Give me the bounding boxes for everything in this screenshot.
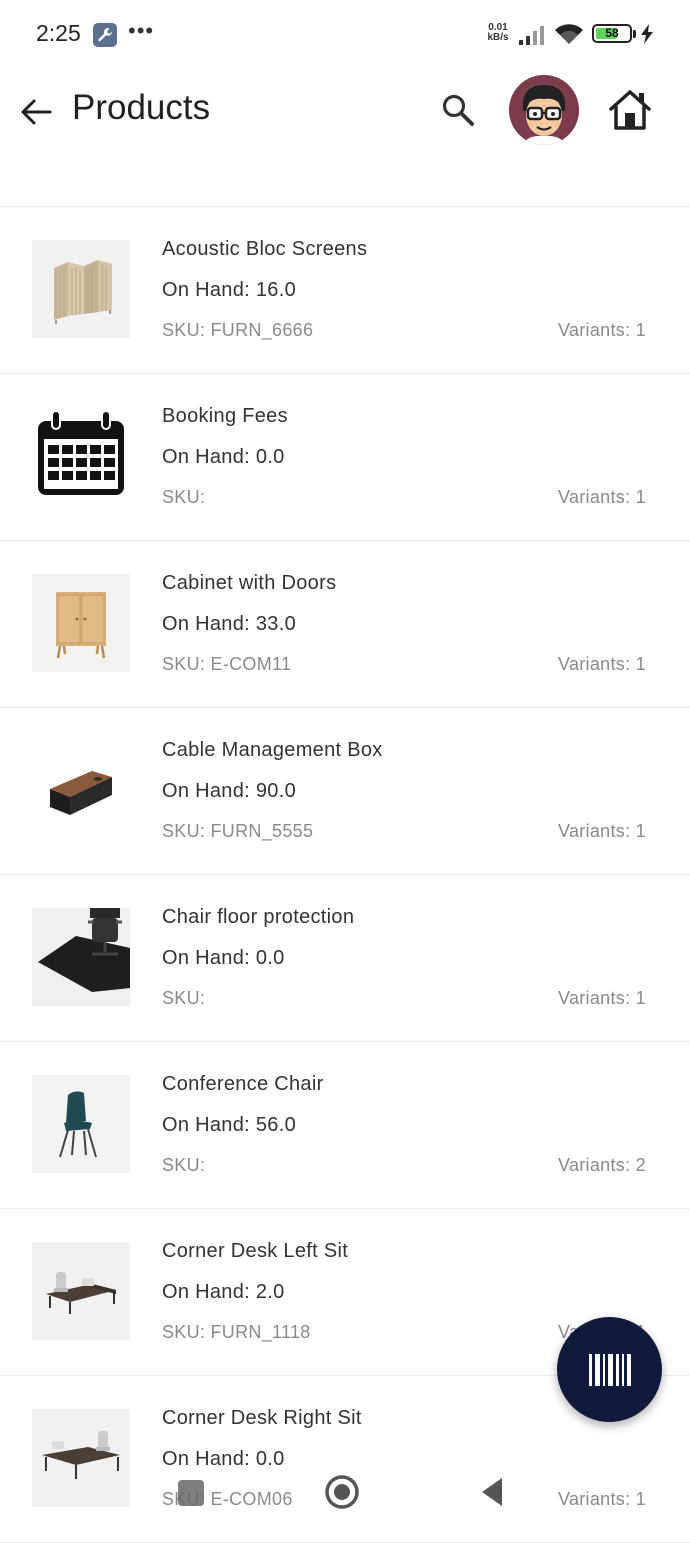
- more-dots-icon: •••: [128, 18, 155, 43]
- product-sku: SKU: FURN_5555: [162, 821, 314, 841]
- scan-barcode-button[interactable]: [557, 1317, 662, 1422]
- product-thumbnail: [32, 407, 130, 505]
- product-on-hand: On Hand: 16.0: [162, 279, 296, 301]
- page-title: Products: [72, 88, 211, 127]
- product-variants: Variants: 1: [557, 654, 646, 674]
- product-name: Cabinet with Doors: [162, 572, 337, 594]
- nav-back-button[interactable]: [478, 1476, 506, 1508]
- product-variants: Variants: 1: [557, 988, 646, 1008]
- cable-box-image: [50, 771, 112, 815]
- avatar[interactable]: [509, 75, 579, 145]
- product-sku: SKU:: [162, 1155, 206, 1175]
- product-item[interactable]: Chair floor protection On Hand: 0.0 SKU:…: [0, 875, 690, 1042]
- product-thumbnail: [32, 574, 130, 672]
- product-thumbnail: [32, 908, 130, 1006]
- product-name: Booking Fees: [162, 405, 288, 427]
- system-nav-bar: [0, 1450, 690, 1533]
- product-on-hand: On Hand: 90.0: [162, 780, 296, 802]
- product-name: Cable Management Box: [162, 739, 383, 761]
- status-bar: 2:25 ••• 0.01 kB/s 58: [0, 0, 690, 70]
- product-name: Chair floor protection: [162, 906, 355, 928]
- product-on-hand: On Hand: 0.0: [162, 446, 285, 468]
- product-item[interactable]: Cabinet with Doors On Hand: 33.0 SKU: E-…: [0, 541, 690, 708]
- nav-home-button[interactable]: [324, 1474, 360, 1510]
- product-variants: Variants: 2: [557, 1155, 646, 1175]
- network-speed: 0.01 kB/s: [484, 23, 512, 43]
- status-time: 2:25: [36, 20, 81, 46]
- product-thumbnail: [32, 741, 130, 839]
- app-bar: Products: [0, 70, 690, 160]
- search-icon: [442, 94, 474, 126]
- home-icon: [609, 90, 651, 130]
- product-name: Acoustic Bloc Screens: [162, 238, 368, 260]
- conference-chair-image: [32, 1075, 130, 1173]
- product-name: Corner Desk Right Sit: [162, 1407, 362, 1429]
- avatar-face-icon: [509, 75, 579, 145]
- barcode-icon: [588, 1353, 631, 1386]
- back-arrow-icon: [21, 99, 52, 125]
- product-thumbnail: [32, 1242, 130, 1340]
- battery-percent: 58: [605, 26, 619, 40]
- product-item[interactable]: Acoustic Bloc Screens On Hand: 16.0 SKU:…: [0, 207, 690, 374]
- product-item[interactable]: Cable Management Box On Hand: 90.0 SKU: …: [0, 708, 690, 875]
- signal-icon: [519, 26, 544, 45]
- product-thumbnail: [32, 1075, 130, 1173]
- cabinet-image: [32, 574, 130, 672]
- recent-apps-button[interactable]: [178, 1480, 204, 1506]
- wifi-icon: [555, 24, 583, 44]
- charging-bolt-icon: [641, 24, 653, 44]
- product-sku: SKU: FURN_6666: [162, 320, 314, 340]
- product-item[interactable]: Booking Fees On Hand: 0.0 SKU: Variants:…: [0, 374, 690, 541]
- calendar-icon: [38, 410, 124, 495]
- product-sku: SKU:: [162, 487, 206, 507]
- product-item[interactable]: Conference Chair On Hand: 56.0 SKU: Vari…: [0, 1042, 690, 1209]
- acoustic-screen-image: [32, 240, 130, 338]
- wrench-icon: [93, 23, 117, 47]
- product-variants: Variants: 1: [557, 487, 646, 507]
- product-variants: Variants: 1: [557, 821, 646, 841]
- home-button[interactable]: [606, 86, 654, 134]
- product-sku: SKU: FURN_1118: [162, 1322, 311, 1342]
- product-thumbnail: [32, 240, 130, 338]
- product-sku: SKU:: [162, 988, 206, 1008]
- product-sku: SKU: E-COM11: [162, 654, 292, 674]
- battery-icon: 58: [592, 24, 632, 43]
- product-variants: Variants: 1: [557, 320, 646, 340]
- product-name: Corner Desk Left Sit: [162, 1240, 349, 1262]
- battery-cap: [633, 30, 636, 38]
- product-on-hand: On Hand: 33.0: [162, 613, 296, 635]
- back-button[interactable]: [14, 90, 58, 134]
- product-name: Conference Chair: [162, 1073, 324, 1095]
- search-button[interactable]: [436, 88, 480, 132]
- product-on-hand: On Hand: 56.0: [162, 1114, 296, 1136]
- network-speed-unit: kB/s: [487, 32, 509, 43]
- floor-mat-image: [32, 908, 130, 1006]
- product-on-hand: On Hand: 0.0: [162, 947, 285, 969]
- product-on-hand: On Hand: 2.0: [162, 1281, 285, 1303]
- corner-desk-left-image: [32, 1242, 130, 1340]
